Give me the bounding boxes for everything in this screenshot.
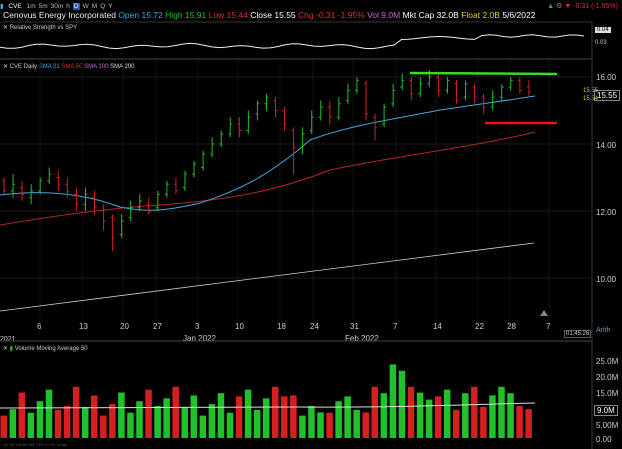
volume-bar bbox=[434, 396, 442, 438]
volume-bar bbox=[136, 401, 143, 438]
rs-line bbox=[0, 34, 585, 50]
volume-bar bbox=[181, 406, 188, 438]
volume-bar bbox=[516, 406, 523, 438]
volume-bar bbox=[353, 409, 360, 438]
chart-canvas[interactable] bbox=[0, 0, 622, 449]
volume-bar bbox=[18, 392, 26, 438]
volume-bar bbox=[380, 393, 388, 438]
volume-bar bbox=[281, 396, 288, 438]
volume-bar bbox=[36, 401, 44, 438]
volume-bar bbox=[172, 386, 179, 438]
scroll-end-marker bbox=[540, 310, 548, 316]
volume-bar bbox=[317, 412, 324, 438]
volume-bar bbox=[127, 412, 134, 438]
volume-bar bbox=[525, 409, 532, 438]
volume-bar bbox=[154, 406, 161, 438]
volume-bar bbox=[45, 389, 53, 438]
volume-bar bbox=[480, 406, 487, 438]
volume-bar bbox=[498, 386, 505, 438]
volume-bar bbox=[299, 415, 306, 438]
volume-bar bbox=[27, 412, 35, 438]
volume-bar bbox=[63, 406, 71, 438]
volume-bar bbox=[443, 389, 451, 438]
volume-bar bbox=[326, 412, 333, 438]
volume-bar bbox=[371, 386, 379, 438]
volume-bar bbox=[72, 386, 80, 438]
volume-bar bbox=[507, 393, 514, 438]
volume-bar bbox=[362, 412, 369, 438]
volume-bar bbox=[244, 389, 252, 438]
volume-bar bbox=[54, 409, 62, 438]
volume-bar bbox=[145, 389, 152, 438]
volume-bar bbox=[489, 395, 496, 438]
volume-bar bbox=[416, 392, 424, 438]
volume-bar bbox=[208, 404, 216, 438]
volume-bar bbox=[389, 364, 397, 438]
sma21-line bbox=[0, 95, 536, 211]
volume-bar bbox=[226, 412, 234, 438]
volume-bar bbox=[262, 398, 270, 438]
volume-bar bbox=[91, 395, 98, 438]
volume-bar bbox=[190, 395, 198, 438]
volume-bar bbox=[398, 370, 406, 438]
volume-bar bbox=[9, 409, 17, 438]
volume-bar bbox=[471, 386, 478, 438]
volume-bar bbox=[290, 395, 297, 438]
volume-bar bbox=[100, 415, 107, 438]
volume-bar bbox=[118, 392, 125, 438]
volume-bar bbox=[453, 409, 460, 438]
volume-bar bbox=[163, 398, 170, 438]
volume-bar bbox=[272, 386, 279, 438]
volume-bar bbox=[81, 406, 89, 438]
volume-bar bbox=[217, 393, 225, 438]
resistance-line bbox=[409, 71, 558, 76]
volume-bar bbox=[253, 409, 261, 438]
volume-bar bbox=[199, 415, 207, 438]
sma200-line bbox=[0, 242, 535, 312]
volume-bar bbox=[0, 415, 7, 438]
volume-bar bbox=[109, 404, 116, 438]
volume-bar bbox=[462, 393, 469, 438]
volume-bar bbox=[344, 396, 351, 438]
volume-bar bbox=[308, 406, 315, 438]
volume-bar bbox=[407, 386, 415, 438]
volume-bar bbox=[235, 396, 243, 438]
